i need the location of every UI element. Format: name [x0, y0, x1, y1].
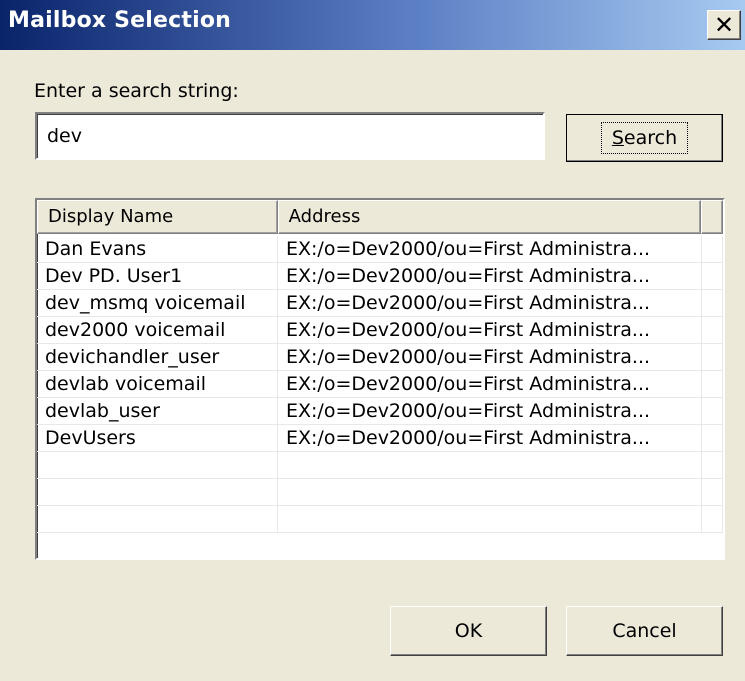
search-button-mnemonic: S — [611, 127, 624, 149]
display-name-cell: DevUsers — [37, 425, 278, 452]
list-header: Display Name Address — [37, 200, 723, 234]
display-name-cell: devlab_user — [37, 398, 278, 425]
address-cell: EX:/o=Dev2000/ou=First Administra... — [278, 317, 702, 344]
close-icon: ✕ — [713, 11, 735, 39]
column-header-filler — [701, 200, 723, 234]
mailbox-selection-dialog: Mailbox Selection ✕ Enter a search strin… — [0, 0, 745, 681]
display-name-cell: devlab voicemail — [37, 371, 278, 398]
results-list[interactable]: Display Name Address Dan Evans EX:/o=Dev2… — [35, 198, 725, 560]
table-row[interactable]: DevUsers EX:/o=Dev2000/ou=First Administr… — [37, 425, 723, 452]
display-name-cell — [37, 452, 278, 479]
filler-cell — [702, 479, 723, 506]
close-button[interactable]: ✕ — [707, 10, 741, 40]
cancel-button[interactable]: Cancel — [566, 606, 723, 656]
display-name-cell — [37, 506, 278, 533]
column-header-address[interactable]: Address — [277, 200, 701, 234]
table-row[interactable]: dev_msmq voicemail EX:/o=Dev2000/ou=First… — [37, 290, 723, 317]
address-cell: EX:/o=Dev2000/ou=First Administra... — [278, 398, 702, 425]
filler-cell — [702, 371, 723, 398]
table-row[interactable]: Dev PD. User1 EX:/o=Dev2000/ou=First Admi… — [37, 263, 723, 290]
display-name-cell: Dev PD. User1 — [37, 263, 278, 290]
filler-cell — [702, 290, 723, 317]
search-input[interactable] — [35, 112, 545, 160]
address-cell: EX:/o=Dev2000/ou=First Administra... — [278, 371, 702, 398]
display-name-cell: devichandler_user — [37, 344, 278, 371]
address-cell — [278, 452, 702, 479]
search-button-label: Search — [600, 122, 689, 154]
display-name-cell: dev_msmq voicemail — [37, 290, 278, 317]
filler-cell — [702, 263, 723, 290]
search-button[interactable]: Search — [566, 114, 723, 162]
address-cell — [278, 479, 702, 506]
filler-cell — [702, 344, 723, 371]
filler-cell — [702, 452, 723, 479]
ok-button[interactable]: OK — [390, 606, 547, 656]
column-header-display-name[interactable]: Display Name — [37, 200, 278, 234]
address-cell — [278, 506, 702, 533]
table-row[interactable]: Dan Evans EX:/o=Dev2000/ou=First Administ… — [37, 236, 723, 263]
display-name-cell: Dan Evans — [37, 236, 278, 263]
search-button-label-rest: earch — [623, 127, 678, 149]
table-row[interactable]: devlab_user EX:/o=Dev2000/ou=First Admini… — [37, 398, 723, 425]
address-cell: EX:/o=Dev2000/ou=First Administra... — [278, 344, 702, 371]
address-cell: EX:/o=Dev2000/ou=First Administra... — [278, 290, 702, 317]
title-bar[interactable]: Mailbox Selection ✕ — [0, 0, 745, 50]
empty-row — [37, 479, 723, 506]
table-row[interactable]: devlab voicemail EX:/o=Dev2000/ou=First A… — [37, 371, 723, 398]
display-name-cell — [37, 479, 278, 506]
address-cell: EX:/o=Dev2000/ou=First Administra... — [278, 425, 702, 452]
filler-cell — [702, 506, 723, 533]
window-title: Mailbox Selection — [8, 8, 232, 33]
filler-cell — [702, 425, 723, 452]
address-cell: EX:/o=Dev2000/ou=First Administra... — [278, 263, 702, 290]
search-prompt-label: Enter a search string: — [34, 80, 239, 102]
empty-row — [37, 506, 723, 533]
table-row[interactable]: devichandler_user EX:/o=Dev2000/ou=First … — [37, 344, 723, 371]
filler-cell — [702, 317, 723, 344]
empty-row — [37, 452, 723, 479]
filler-cell — [702, 398, 723, 425]
filler-cell — [702, 236, 723, 263]
table-row[interactable]: dev2000 voicemail EX:/o=Dev2000/ou=First … — [37, 317, 723, 344]
address-cell: EX:/o=Dev2000/ou=First Administra... — [278, 236, 702, 263]
display-name-cell: dev2000 voicemail — [37, 317, 278, 344]
